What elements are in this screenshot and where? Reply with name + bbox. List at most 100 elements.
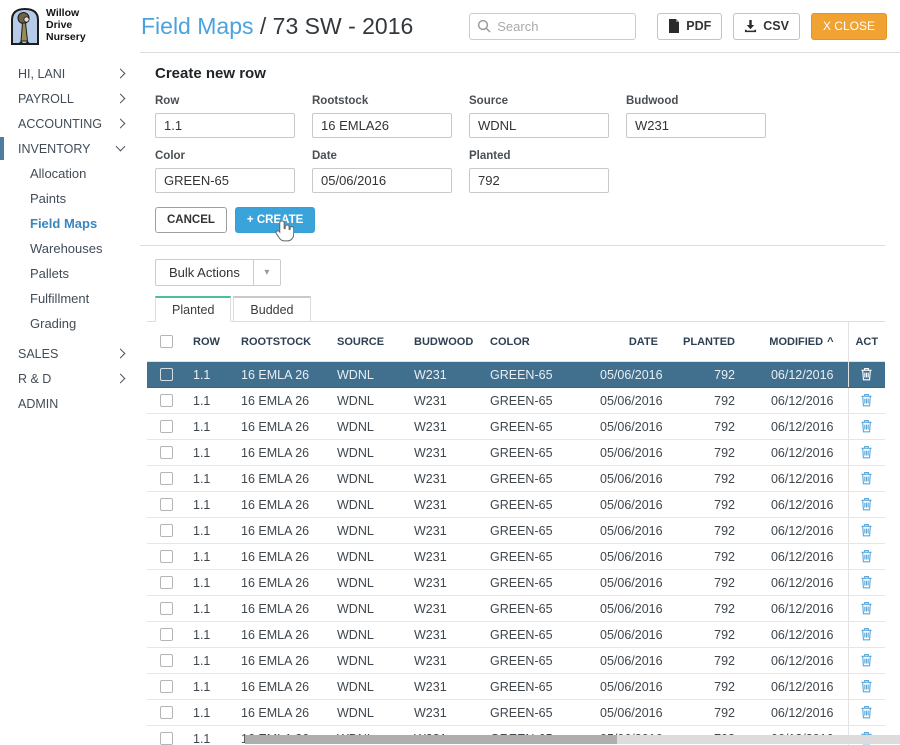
column-header-planted[interactable]: PLANTED xyxy=(666,322,743,362)
row-input[interactable] xyxy=(155,113,295,138)
source-input[interactable] xyxy=(469,113,609,138)
sidebar-item-payroll[interactable]: PAYROLL xyxy=(0,86,140,111)
table-row[interactable]: 1.116 EMLA 26WDNLW231GREEN-6505/06/20167… xyxy=(147,440,885,466)
date-field: Date xyxy=(312,150,452,193)
create-button[interactable]: + CREATE xyxy=(235,207,315,233)
column-header-row[interactable]: ROW xyxy=(185,322,216,362)
column-header-source[interactable]: SOURCE xyxy=(329,322,406,362)
delete-row-button[interactable] xyxy=(856,443,877,461)
search-input[interactable] xyxy=(469,13,636,40)
sidebar-item-sales[interactable]: SALES xyxy=(0,341,140,366)
cell-color: GREEN-65 xyxy=(482,440,592,466)
bulk-actions-dropdown[interactable]: Bulk Actions ▾ xyxy=(155,259,281,286)
sidebar-item-pallets[interactable]: Pallets xyxy=(0,261,140,286)
sidebar-item-fulfillment[interactable]: Fulfillment xyxy=(0,286,140,311)
row-checkbox[interactable] xyxy=(160,394,173,407)
delete-row-button[interactable] xyxy=(856,651,877,669)
date-input[interactable] xyxy=(312,168,452,193)
tab-budded[interactable]: Budded xyxy=(233,296,310,322)
cancel-button[interactable]: CANCEL xyxy=(155,207,227,233)
sidebar-item-grading[interactable]: Grading xyxy=(0,311,140,336)
close-button[interactable]: X CLOSE xyxy=(811,13,887,40)
rootstock-input[interactable] xyxy=(312,113,452,138)
delete-row-button[interactable] xyxy=(856,677,877,695)
row-checkbox[interactable] xyxy=(160,498,173,511)
cell-date: 05/06/2016 xyxy=(592,648,666,674)
sidebar-item-hi-lani[interactable]: HI, LANI xyxy=(0,61,140,86)
sidebar-item-warehouses[interactable]: Warehouses xyxy=(0,236,140,261)
sidebar-item-inventory[interactable]: INVENTORY xyxy=(0,136,140,161)
column-header-budwood[interactable]: BUDWOOD xyxy=(406,322,482,362)
cell-source: WDNL xyxy=(329,648,406,674)
delete-row-button[interactable] xyxy=(856,547,877,565)
column-header-date[interactable]: DATE xyxy=(592,322,666,362)
row-checkbox[interactable] xyxy=(160,576,173,589)
horizontal-scrollbar-thumb[interactable] xyxy=(245,735,617,744)
color-input[interactable] xyxy=(155,168,295,193)
table-row[interactable]: 1.116 EMLA 26WDNLW231GREEN-6505/06/20167… xyxy=(147,700,885,726)
table-row[interactable]: 1.116 EMLA 26WDNLW231GREEN-6505/06/20167… xyxy=(147,570,885,596)
delete-row-button[interactable] xyxy=(856,469,877,487)
sidebar-item-allocation[interactable]: Allocation xyxy=(0,161,140,186)
row-checkbox[interactable] xyxy=(160,472,173,485)
column-header-modified[interactable]: MODIFIED^ xyxy=(743,322,848,362)
row-checkbox[interactable] xyxy=(160,732,173,745)
table-row[interactable]: 1.116 EMLA 26WDNLW231GREEN-6505/06/20167… xyxy=(147,492,885,518)
table-row[interactable]: 1.116 EMLA 26WDNLW231GREEN-6505/06/20167… xyxy=(147,648,885,674)
delete-row-button[interactable] xyxy=(856,599,877,617)
breadcrumb-field-maps-link[interactable]: Field Maps xyxy=(141,13,253,39)
column-header-act[interactable]: ACT xyxy=(848,322,885,362)
delete-row-button[interactable] xyxy=(856,417,877,435)
delete-row-button[interactable] xyxy=(856,495,877,513)
row-checkbox[interactable] xyxy=(160,680,173,693)
trash-icon xyxy=(860,653,873,667)
table-row[interactable]: 1.116 EMLA 26WDNLW231GREEN-6505/06/20167… xyxy=(147,622,885,648)
sidebar-item-paints[interactable]: Paints xyxy=(0,186,140,211)
cell-budwood: W231 xyxy=(406,518,482,544)
sidebar-item-accounting[interactable]: ACCOUNTING xyxy=(0,111,140,136)
select-all-checkbox[interactable] xyxy=(160,335,173,348)
table-row[interactable]: 1.116 EMLA 26WDNLW231GREEN-6505/06/20167… xyxy=(147,362,885,388)
pdf-button[interactable]: PDF xyxy=(657,13,722,40)
row-checkbox[interactable] xyxy=(160,368,173,381)
delete-row-button[interactable] xyxy=(856,365,877,383)
delete-row-button[interactable] xyxy=(856,703,877,721)
row-checkbox[interactable] xyxy=(160,446,173,459)
row-checkbox[interactable] xyxy=(160,524,173,537)
table-row[interactable]: 1.116 EMLA 26WDNLW231GREEN-6505/06/20167… xyxy=(147,518,885,544)
table-row[interactable]: 1.116 EMLA 26WDNLW231GREEN-6505/06/20167… xyxy=(147,544,885,570)
delete-row-button[interactable] xyxy=(856,391,877,409)
sidebar-item-field-maps[interactable]: Field Maps xyxy=(0,211,140,236)
table-row[interactable]: 1.116 EMLA 26WDNLW231GREEN-6505/06/20167… xyxy=(147,388,885,414)
row-checkbox[interactable] xyxy=(160,550,173,563)
column-header-rootstock[interactable]: ROOTSTOCK xyxy=(216,322,329,362)
sidebar-item-r-d[interactable]: R & D xyxy=(0,366,140,391)
row-checkbox[interactable] xyxy=(160,602,173,615)
row-checkbox[interactable] xyxy=(160,706,173,719)
row-checkbox[interactable] xyxy=(160,654,173,667)
budwood-label: Budwood xyxy=(626,95,766,107)
table-row[interactable]: 1.116 EMLA 26WDNLW231GREEN-6505/06/20167… xyxy=(147,596,885,622)
column-header-color[interactable]: COLOR xyxy=(482,322,592,362)
select-all-header-cell xyxy=(147,322,185,362)
horizontal-scrollbar[interactable] xyxy=(245,735,900,744)
row-checkbox[interactable] xyxy=(160,628,173,641)
table-row[interactable]: 1.116 EMLA 26WDNLW231GREEN-6505/06/20167… xyxy=(147,466,885,492)
planted-field: Planted xyxy=(469,150,609,193)
delete-row-button[interactable] xyxy=(856,625,877,643)
table-row[interactable]: 1.116 EMLA 26WDNLW231GREEN-6505/06/20167… xyxy=(147,414,885,440)
delete-row-button[interactable] xyxy=(856,521,877,539)
csv-button[interactable]: CSV xyxy=(733,13,800,40)
table-row[interactable]: 1.116 EMLA 26WDNLW231GREEN-6505/06/20167… xyxy=(147,674,885,700)
chevron-down-icon[interactable]: ▾ xyxy=(253,260,280,285)
tab-planted[interactable]: Planted xyxy=(155,296,231,322)
cell-planted: 792 xyxy=(666,492,743,518)
sidebar-item-admin[interactable]: ADMIN xyxy=(0,391,140,416)
logo[interactable]: Willow Drive Nursery xyxy=(10,6,140,46)
delete-row-button[interactable] xyxy=(856,573,877,591)
budwood-input[interactable] xyxy=(626,113,766,138)
row-checkbox[interactable] xyxy=(160,420,173,433)
cell-rootstock: 16 EMLA 26 xyxy=(216,388,329,414)
planted-input[interactable] xyxy=(469,168,609,193)
cell-date: 05/06/2016 xyxy=(592,388,666,414)
